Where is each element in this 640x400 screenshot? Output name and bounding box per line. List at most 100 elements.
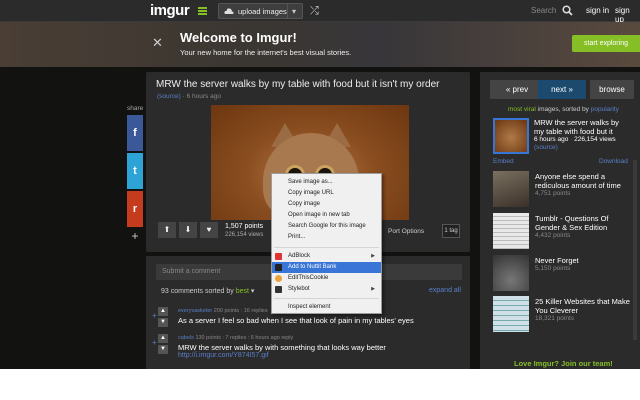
featured-views: 226,154 views <box>574 136 616 143</box>
menu-item-open-new-tab[interactable]: Open image in new tab <box>272 210 381 221</box>
stylebot-label: Stylebot <box>288 286 310 292</box>
featured-title[interactable]: MRW the server walks by my table with fo… <box>534 118 628 136</box>
submenu-arrow-icon: ▶ <box>371 253 375 259</box>
adblock-icon <box>275 253 282 260</box>
gallery-item[interactable]: Tumblr - Questions Of Gender & Sex Editi… <box>493 213 638 255</box>
comment-upvote[interactable]: ▲ <box>158 334 168 343</box>
upload-divider <box>287 4 288 18</box>
search-input[interactable]: Search <box>531 6 556 15</box>
sidebar-scrollbar[interactable] <box>633 160 637 340</box>
start-exploring-button[interactable]: start exploring <box>572 35 640 52</box>
gallery-item-title[interactable]: Never Forget <box>535 256 633 265</box>
download-link[interactable]: Download <box>599 158 628 165</box>
featured-meta: 6 hours ago · 226,154 views <box>534 136 616 143</box>
reddit-share-button[interactable]: r <box>127 191 143 227</box>
menu-item-copy-image[interactable]: Copy image <box>272 199 381 210</box>
source-link[interactable]: (source) <box>157 93 181 100</box>
top-navbar: imgur upload images ▾ ⤮ Search sign in s… <box>0 0 640 24</box>
shuffle-icon[interactable]: ⤮ <box>310 5 319 18</box>
chevron-down-icon[interactable]: ▾ <box>292 7 296 16</box>
adblock-label: AdBlock <box>288 253 311 259</box>
gallery-item-points: 5,150 points <box>535 265 571 272</box>
cloud-upload-icon <box>224 8 234 14</box>
viral-link[interactable]: most viral <box>508 106 536 113</box>
featured-thumbnail[interactable] <box>493 118 529 154</box>
browse-button[interactable]: browse <box>590 80 634 99</box>
gallery-item-title[interactable]: Anyone else spend a rediculous amount of… <box>535 172 633 190</box>
facebook-share-button[interactable]: f <box>127 115 143 151</box>
twitter-share-button[interactable]: t <box>127 153 143 189</box>
comments-sort: 93 comments sorted by best ▾ <box>161 288 255 295</box>
featured-item[interactable]: MRW the server walks by my table with fo… <box>490 116 630 176</box>
stylebot-icon <box>275 286 282 293</box>
menu-item-save-image[interactable]: Save image as... <box>272 177 381 188</box>
views-count: 226,154 views <box>225 232 264 238</box>
sign-in-link[interactable]: sign in <box>586 6 609 15</box>
comment-link[interactable]: http://i.imgur.com/Y874I57.gif <box>178 352 269 359</box>
comment-header: everyvasketer 200 points : 16 replies <box>178 308 268 314</box>
downvote-button[interactable]: ⬇ <box>179 222 197 238</box>
close-icon[interactable]: ✕ <box>152 35 163 51</box>
gallery-item-title[interactable]: 25 Killer Websites that Make You Clevere… <box>535 297 633 315</box>
gallery-thumbnail[interactable] <box>493 171 529 207</box>
gallery-item[interactable]: 25 Killer Websites that Make You Clevere… <box>493 296 638 338</box>
gallery-thumbnail[interactable] <box>493 255 529 291</box>
featured-time: 6 hours ago <box>534 136 569 143</box>
nuttit-label: Add to Nuttit Bank <box>288 264 337 270</box>
menu-item-print[interactable]: Print... <box>272 232 381 243</box>
upload-images-button[interactable]: upload images ▾ <box>218 3 303 19</box>
menu-item-stylebot[interactable]: Stylebot ▶ <box>272 284 381 295</box>
sort-dropdown[interactable]: best <box>236 288 249 295</box>
sort-link[interactable]: popularity <box>591 106 619 113</box>
embed-link[interactable]: Embed <box>493 158 514 165</box>
comment-downvote[interactable]: ▼ <box>158 318 168 327</box>
comment-author[interactable]: cabels <box>178 335 194 341</box>
prev-button[interactable]: « prev <box>490 80 544 99</box>
upvote-button[interactable]: ⬆ <box>158 222 176 238</box>
comment-count: 93 comments sorted by <box>161 288 234 295</box>
expand-replies-icon[interactable]: + <box>152 311 157 320</box>
expand-all-link[interactable]: expand all <box>429 287 461 294</box>
search-icon[interactable] <box>562 5 573 16</box>
gallery-item-points: 18,321 points <box>535 315 575 322</box>
menu-item-editthiscookie[interactable]: EditThisCookie <box>272 273 381 284</box>
imgur-logo[interactable]: imgur <box>150 2 190 19</box>
expand-replies-icon[interactable]: + <box>152 338 157 347</box>
menu-item-adblock[interactable]: AdBlock ▶ <box>272 251 381 262</box>
comment-meta: 200 points : 16 replies <box>213 308 268 314</box>
gallery-thumbnail[interactable] <box>493 213 529 249</box>
menu-item-search-google[interactable]: Search Google for this image <box>272 221 381 232</box>
imgur-page: imgur upload images ▾ ⤮ Search sign in s… <box>0 0 640 369</box>
menu-item-inspect[interactable]: Inspect element <box>272 302 381 313</box>
featured-source[interactable]: (source) <box>534 144 558 151</box>
menu-item-nuttit[interactable]: Add to Nuttit Bank <box>272 262 381 273</box>
nuttit-icon <box>275 264 282 271</box>
comment-downvote[interactable]: ▼ <box>158 345 168 354</box>
next-button[interactable]: next » <box>538 80 586 99</box>
gallery-thumbnail[interactable] <box>493 296 529 332</box>
comment-upvote[interactable]: ▲ <box>158 307 168 316</box>
gallery-item-title[interactable]: Tumblr - Questions Of Gender & Sex Editi… <box>535 214 633 232</box>
comment-text: As a server I feel so bad when I see tha… <box>178 316 414 325</box>
context-menu: Save image as... Copy image URL Copy ima… <box>271 173 382 314</box>
favorite-button[interactable]: ♥ <box>200 222 218 238</box>
gallery-item[interactable]: Never Forget 5,150 points <box>493 255 638 297</box>
points-count: 1,507 points <box>225 223 264 230</box>
share-label: share <box>127 105 144 112</box>
comment-item: + ▲ ▼ cabels 130 points : 7 replies : 6 … <box>152 332 452 362</box>
post-time: · 6 hours ago <box>182 93 221 100</box>
comment-meta: 130 points : 7 replies : 6 hours ago rep… <box>195 335 294 341</box>
post-meta: (source) · 6 hours ago <box>157 93 221 100</box>
join-team-link[interactable]: Love Imgur? Join our team! <box>514 359 613 368</box>
more-share-button[interactable]: + <box>127 229 143 243</box>
gallery-item[interactable]: Anyone else spend a rediculous amount of… <box>493 171 638 213</box>
menu-item-copy-image-url[interactable]: Copy image URL <box>272 188 381 199</box>
menu-icon[interactable] <box>198 7 207 15</box>
comment-author[interactable]: everyvasketer <box>178 308 212 314</box>
gallery-item-points: 4,432 points <box>535 232 571 239</box>
cookie-icon <box>275 275 282 282</box>
gallery-sort-line: most viral images, sorted by popularity <box>508 106 619 113</box>
share-bar: share f t r + <box>127 105 143 243</box>
post-options-button[interactable]: Port Options <box>388 228 424 235</box>
tag-button[interactable]: 1 tag <box>442 224 460 238</box>
